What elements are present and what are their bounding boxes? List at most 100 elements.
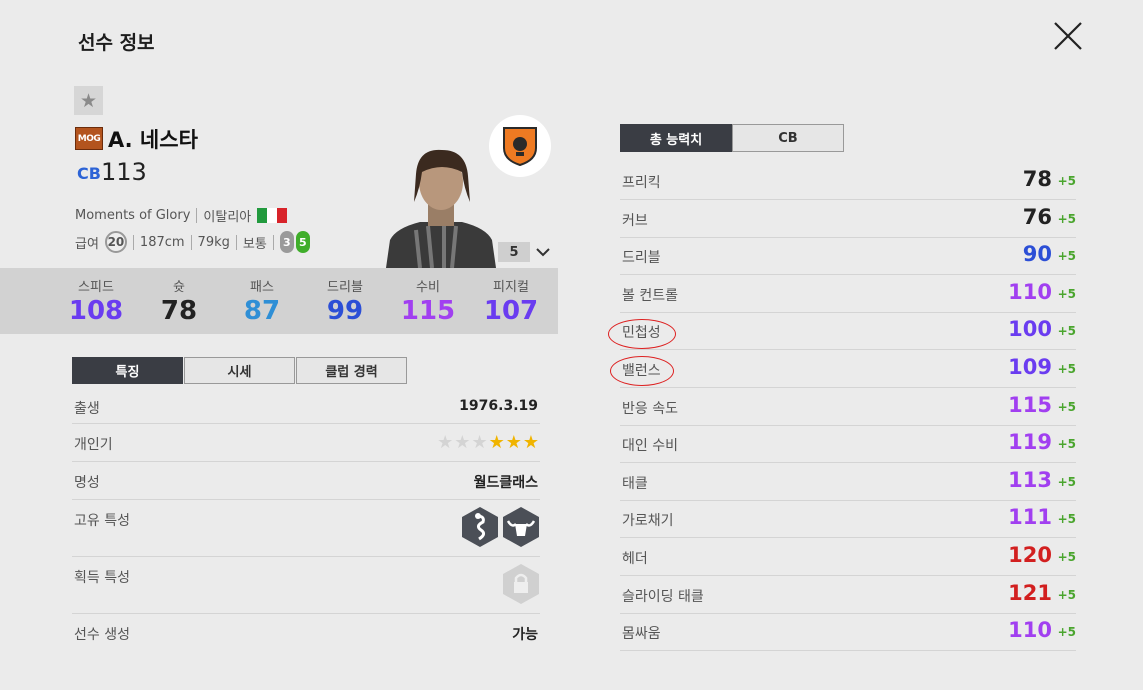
attribute-bonus: +5 [1057, 211, 1076, 226]
chevron-down-icon [536, 248, 550, 257]
attribute-row: 태클 113 +5 [620, 463, 1076, 501]
attribute-row: 반응 속도 115 +5 [620, 388, 1076, 426]
stat-label: 피지컬 [493, 280, 529, 295]
divider [272, 234, 274, 250]
weight: 79kg [197, 234, 230, 250]
bull-icon[interactable] [502, 507, 540, 547]
tab-total-attributes[interactable]: 총 능력치 [620, 124, 732, 152]
player-meta-line1: Moments of Glory 이탈리아 [75, 206, 288, 225]
attribute-tabs: 총 능력치 CB [620, 124, 844, 152]
tab-club-history[interactable]: 클럽 경력 [296, 357, 407, 384]
weak-foot-icon: 3 [279, 231, 294, 253]
unique-traits-list [461, 507, 540, 547]
player-position: CB [77, 164, 101, 183]
attribute-row: 볼 컨트롤 110 +5 [620, 275, 1076, 313]
attribute-row: 몸싸움 110 +5 [620, 613, 1076, 652]
stat-value: 115 [400, 296, 456, 326]
reputation-value: 월드클래스 [473, 475, 538, 491]
attribute-row: 커브 76 +5 [620, 200, 1076, 238]
attribute-value: 100 [1008, 317, 1052, 342]
attribute-bonus: +5 [1057, 437, 1076, 452]
attribute-value: 110 [1008, 279, 1052, 304]
attribute-bonus: +5 [1057, 174, 1076, 188]
attribute-label: 대인 수비 [622, 438, 678, 455]
attribute-bonus: +5 [1057, 249, 1076, 264]
attribute-label: 밸런스 [622, 363, 661, 379]
close-button[interactable] [1052, 20, 1084, 52]
attribute-value: 121 [1008, 580, 1052, 605]
player-portrait [386, 144, 496, 269]
star-icon: ★ [437, 432, 455, 453]
attribute-bonus: +5 [1057, 512, 1076, 527]
row-label: 획득 특성 [74, 570, 130, 586]
attribute-label: 몸싸움 [622, 626, 661, 643]
attribute-bonus: +5 [1057, 399, 1076, 414]
strong-foot-icon: 5 [295, 231, 310, 253]
attribute-label: 태클 [622, 475, 648, 492]
star-icon: ★ [79, 89, 98, 112]
attribute-row: 헤더 120 +5 [620, 538, 1076, 576]
club-logo [489, 115, 551, 177]
attribute-value: 113 [1008, 467, 1052, 492]
italy-flag-icon [257, 208, 288, 223]
attribute-label: 드리블 [622, 250, 661, 267]
stat-defending: 수비 115 [393, 276, 463, 326]
row-label: 출생 [74, 401, 100, 417]
stat-passing: 패스 87 [227, 276, 297, 326]
divider [235, 234, 237, 250]
stat-dribbling: 드리블 99 [310, 276, 380, 326]
upgrade-dropdown-button[interactable] [534, 243, 552, 261]
star-icon: ★ [522, 432, 540, 453]
creation-value: 가능 [512, 627, 538, 643]
star-icon: ★ [488, 432, 506, 453]
close-icon [1054, 22, 1082, 50]
stat-value: 99 [326, 296, 364, 326]
info-row-acquired-traits: 획득 특성 [72, 557, 540, 614]
divider [190, 234, 192, 250]
attribute-label: 민첩성 [622, 325, 661, 342]
attribute-bonus: +5 [1057, 324, 1076, 339]
favorite-button[interactable]: ★ [74, 86, 103, 115]
stat-value: 107 [483, 296, 539, 326]
stat-pace: 스피드 108 [61, 276, 131, 326]
attribute-row: 대인 수비 119 +5 [620, 425, 1076, 464]
page-title: 선수 정보 [78, 32, 155, 54]
attribute-value: 109 [1008, 355, 1052, 379]
nationality: 이탈리아 [203, 210, 252, 225]
attribute-bonus: +5 [1057, 286, 1076, 301]
attribute-label: 커브 [622, 212, 648, 229]
stat-value: 78 [160, 296, 198, 326]
tab-features[interactable]: 특징 [72, 357, 183, 384]
info-row-reputation: 명성 월드클래스 [72, 462, 540, 500]
snake-icon[interactable] [461, 507, 499, 547]
divider [196, 208, 198, 223]
attribute-value: 115 [1008, 392, 1052, 417]
stat-value: 108 [68, 296, 124, 326]
attribute-row: 슬라이딩 태클 121 +5 [620, 576, 1076, 614]
info-row-creation: 선수 생성 가능 [72, 614, 540, 650]
attribute-bonus: +5 [1057, 550, 1076, 564]
stat-label: 드리블 [327, 280, 363, 295]
info-row-popularity: 개인기 ★★★★★★ [72, 424, 540, 462]
info-tabs: 특징 시세 클럽 경력 [72, 357, 408, 384]
player-name: A. 네스타 [108, 128, 198, 152]
tab-position-cb[interactable]: CB [732, 124, 844, 152]
info-row-unique-traits: 고유 특성 [72, 500, 540, 557]
season-name: Moments of Glory [75, 208, 191, 223]
attribute-bonus: +5 [1057, 362, 1076, 376]
star-icon: ★ [471, 432, 489, 453]
star-icon: ★ [505, 432, 523, 453]
player-meta-line2: 급여 20 187cm 79kg 보통 3 5 [75, 231, 310, 253]
attribute-value: 119 [1008, 430, 1052, 455]
attribute-row: 가로채기 111 +5 [620, 500, 1076, 539]
attribute-bonus: +5 [1057, 474, 1076, 489]
info-row-birth: 출생 1976.3.19 [72, 388, 540, 424]
wage-label: 급여 [75, 236, 99, 252]
star-icon: ★ [454, 432, 472, 453]
tab-market-price[interactable]: 시세 [184, 357, 295, 384]
attribute-row: 밸런스 109 +5 [620, 350, 1076, 388]
summary-stats-bar: 스피드 108 슛 78 패스 87 드리블 99 수비 115 피지컬 107 [0, 268, 558, 334]
stat-label: 패스 [250, 280, 274, 295]
attribute-label: 가로채기 [622, 513, 674, 530]
attribute-label: 슬라이딩 태클 [622, 588, 704, 605]
